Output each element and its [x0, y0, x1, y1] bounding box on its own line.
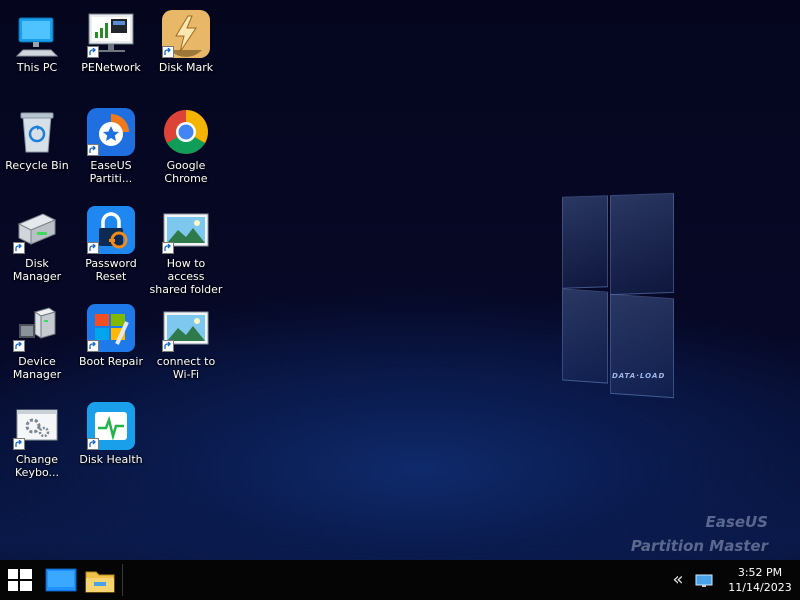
shortcut-arrow-icon: [87, 438, 99, 450]
watermark-line-1: EaseUS: [705, 513, 768, 531]
icon-label: Disk Mark: [158, 61, 214, 74]
clock-time: 3:52 PM: [737, 566, 783, 579]
icon-label: This PC: [16, 61, 58, 74]
windows-start-icon: [8, 569, 32, 591]
icon-label: Recycle Bin: [5, 159, 69, 172]
shortcut-arrow-icon: [87, 340, 99, 352]
padlock-key-icon: [87, 206, 135, 254]
desktop-icon-easeus-partition[interactable]: EaseUS Partiti...: [74, 102, 148, 185]
tray-clock[interactable]: 3:52 PM 11/14/2023: [720, 565, 800, 595]
icon-label: Google Chrome: [164, 159, 208, 185]
file-explorer-icon: [85, 571, 115, 593]
taskbar: « 3:52 PM 11/14/2023: [0, 560, 800, 600]
desktop-icon-penetwork[interactable]: PENetwork: [74, 4, 148, 74]
icon-label: Disk Manager: [12, 257, 62, 283]
start-button[interactable]: [0, 560, 40, 600]
desktop-icon-connect-wifi[interactable]: connect to Wi-Fi: [149, 298, 223, 381]
taskbar-separator: [122, 564, 123, 596]
easeus-watermark: EaseUS Partition Master: [631, 510, 768, 558]
taskbar-file-explorer-button[interactable]: [82, 560, 118, 600]
icon-label: Password Reset: [85, 257, 137, 283]
tray-chevron-icon[interactable]: «: [670, 570, 686, 590]
desktop-icon-google-chrome[interactable]: Google Chrome: [149, 102, 223, 185]
boot-repair-icon: [87, 304, 135, 352]
icon-label: Disk Health: [79, 453, 143, 466]
wallpaper-windows-logo: [560, 192, 678, 402]
shortcut-arrow-icon: [87, 46, 99, 58]
icon-label: Device Manager: [12, 355, 62, 381]
icon-label: Boot Repair: [78, 355, 144, 368]
watermark-line-2: Partition Master: [630, 537, 768, 555]
shortcut-arrow-icon: [162, 242, 174, 254]
gears-window-icon: [13, 402, 61, 450]
easeus-partition-icon: [87, 108, 135, 156]
tray-network-button[interactable]: [695, 573, 713, 587]
icon-label: PENetwork: [81, 61, 141, 74]
desktop-icon-disk-health[interactable]: Disk Health: [74, 396, 148, 466]
shortcut-arrow-icon: [13, 340, 25, 352]
disk-drive-icon: [13, 206, 61, 254]
desktop-icon-boot-repair[interactable]: Boot Repair: [74, 298, 148, 368]
icon-label: How to access shared folder: [149, 257, 223, 296]
device-manager-icon: [13, 304, 61, 352]
desktop-icon-recycle-bin[interactable]: Recycle Bin: [0, 102, 74, 172]
desktop-icon-disk-manager[interactable]: Disk Manager: [0, 200, 74, 283]
shortcut-arrow-icon: [13, 438, 25, 450]
shortcut-arrow-icon: [162, 46, 174, 58]
shortcut-arrow-icon: [13, 242, 25, 254]
shortcut-arrow-icon: [162, 340, 174, 352]
desktop[interactable]: This PC Recycle Bin Disk Manager Device …: [0, 0, 800, 560]
network-monitor-icon: [87, 10, 135, 58]
desktop-icon-change-keyboard[interactable]: Change Keybo...: [0, 396, 74, 479]
chrome-icon: [162, 108, 210, 156]
desktop-icon-password-reset[interactable]: Password Reset: [74, 200, 148, 283]
shortcut-arrow-icon: [87, 144, 99, 156]
lightning-icon: [162, 10, 210, 58]
icon-label: EaseUS Partiti...: [89, 159, 133, 185]
computer-icon: [13, 10, 61, 58]
picture-icon: [162, 206, 210, 254]
desktop-icon-this-pc[interactable]: This PC: [0, 4, 74, 74]
desktop-blue-icon: [45, 568, 77, 592]
picture-icon: [162, 304, 210, 352]
taskbar-desktop-button[interactable]: [42, 560, 80, 600]
desktop-icon-shared-folder-help[interactable]: How to access shared folder: [149, 200, 223, 296]
clock-date: 11/14/2023: [728, 581, 792, 594]
icon-label: Change Keybo...: [15, 453, 59, 479]
wallpaper-logo-text: DATA·LOAD: [612, 372, 666, 380]
desktop-icon-device-manager[interactable]: Device Manager: [0, 298, 74, 381]
network-monitor-icon: [695, 574, 713, 587]
recycle-bin-icon: [13, 108, 61, 156]
disk-health-icon: [87, 402, 135, 450]
shortcut-arrow-icon: [87, 242, 99, 254]
icon-label: connect to Wi-Fi: [156, 355, 216, 381]
desktop-icon-disk-mark[interactable]: Disk Mark: [149, 4, 223, 74]
